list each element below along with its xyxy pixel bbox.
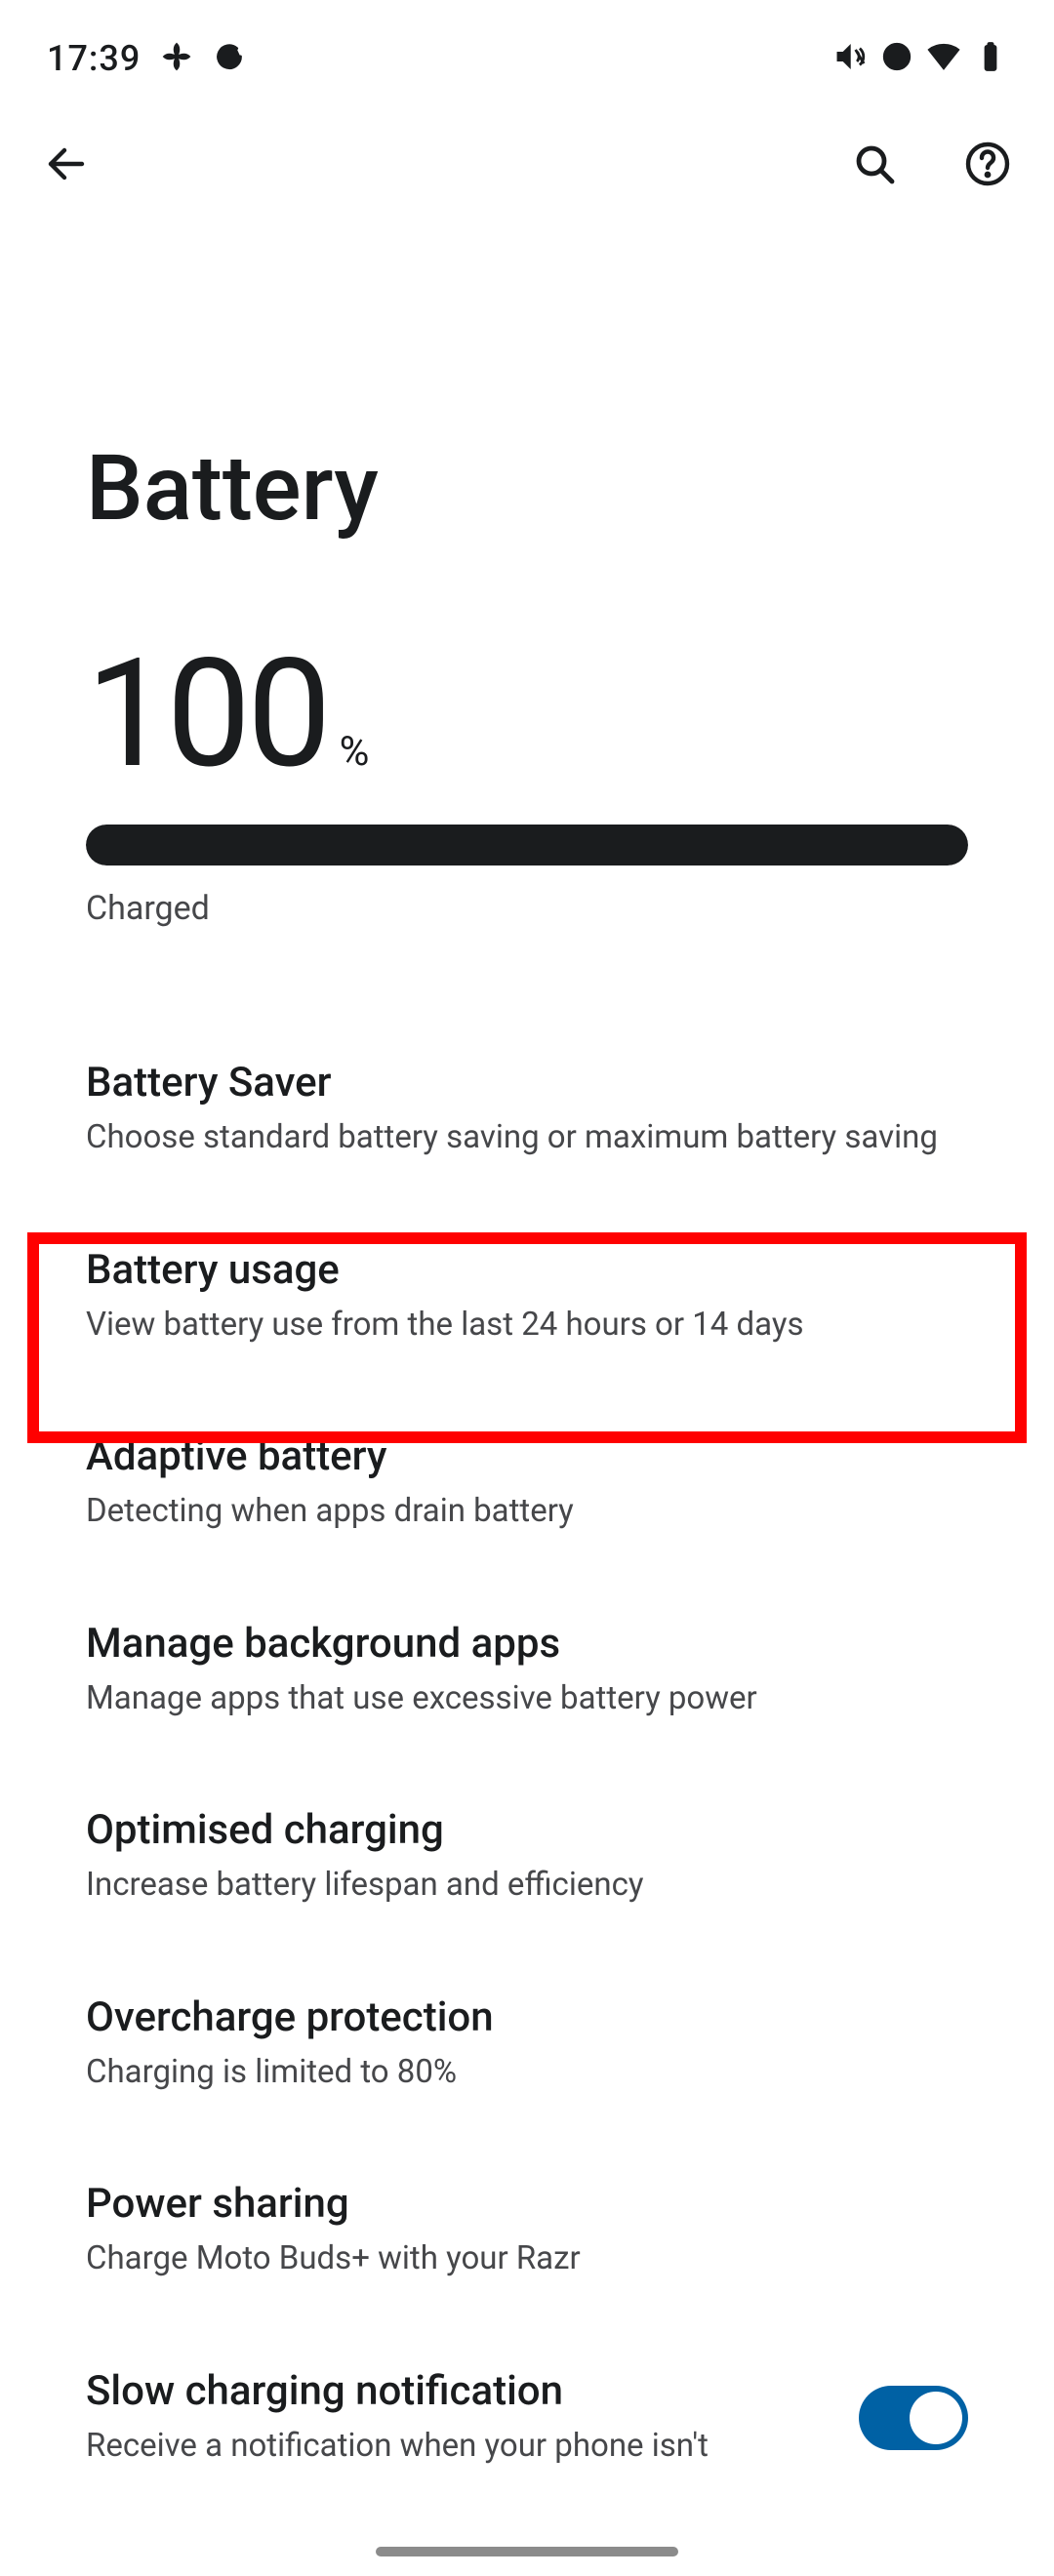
- setting-sub: Charging is limited to 80%: [86, 2051, 968, 2095]
- battery-progress-bar: [86, 825, 968, 865]
- setting-adaptive-battery[interactable]: Adaptive battery Detecting when apps dra…: [0, 1389, 1054, 1577]
- setting-title: Adaptive battery: [86, 1432, 968, 1480]
- toggle-thumb: [910, 2392, 962, 2444]
- back-button[interactable]: [39, 137, 94, 191]
- setting-battery-usage[interactable]: Battery usage View battery use from the …: [0, 1203, 1054, 1390]
- setting-title: Power sharing: [86, 2180, 968, 2228]
- slow-charging-toggle[interactable]: [859, 2386, 968, 2450]
- settings-list: Battery Saver Choose standard battery sa…: [0, 1016, 1054, 2511]
- dnd-circle-icon: [880, 40, 913, 77]
- setting-slow-charging-notification[interactable]: Slow charging notification Receive a not…: [0, 2324, 1054, 2512]
- status-right: [833, 40, 1007, 77]
- setting-power-sharing[interactable]: Power sharing Charge Moto Buds+ with you…: [0, 2137, 1054, 2324]
- battery-level-row: 100 %: [86, 639, 968, 789]
- setting-title: Slow charging notification: [86, 2367, 820, 2415]
- setting-sub: Charge Moto Buds+ with your Razr: [86, 2237, 968, 2281]
- app-bar: [0, 98, 1054, 230]
- wifi-icon: [927, 40, 960, 77]
- battery-percent-symbol: %: [340, 728, 370, 776]
- status-time: 17:39: [47, 38, 141, 79]
- setting-title: Manage background apps: [86, 1620, 968, 1668]
- search-button[interactable]: [847, 137, 902, 191]
- setting-title: Overcharge protection: [86, 1993, 968, 2041]
- arrow-left-icon: [43, 141, 90, 187]
- setting-sub: Increase battery lifespan and efficiency: [86, 1864, 968, 1908]
- setting-sub: Choose standard battery saving or maximu…: [86, 1116, 968, 1160]
- status-left: 17:39: [47, 38, 246, 79]
- setting-title: Battery usage: [86, 1246, 968, 1294]
- battery-icon: [974, 40, 1007, 77]
- battery-summary: 100 % Charged: [0, 639, 1054, 928]
- battery-progress-fill: [86, 825, 968, 865]
- pinwheel-icon: [160, 40, 193, 77]
- battery-level-value: 100: [86, 639, 328, 789]
- help-button[interactable]: [960, 137, 1015, 191]
- setting-sub: Manage apps that use excessive battery p…: [86, 1677, 968, 1721]
- gesture-bar[interactable]: [376, 2547, 678, 2556]
- search-icon: [851, 141, 898, 187]
- help-icon: [964, 141, 1011, 187]
- setting-title: Optimised charging: [86, 1806, 968, 1854]
- mute-icon: [833, 40, 867, 77]
- setting-optimised-charging[interactable]: Optimised charging Increase battery life…: [0, 1763, 1054, 1951]
- setting-sub: View battery use from the last 24 hours …: [86, 1304, 968, 1348]
- google-g-icon: [213, 40, 246, 77]
- battery-status-text: Charged: [86, 889, 968, 928]
- setting-overcharge-protection[interactable]: Overcharge protection Charging is limite…: [0, 1951, 1054, 2138]
- page-title: Battery: [0, 230, 1054, 639]
- status-bar: 17:39: [0, 0, 1054, 98]
- setting-battery-saver[interactable]: Battery Saver Choose standard battery sa…: [0, 1016, 1054, 1203]
- setting-sub: Detecting when apps drain battery: [86, 1490, 968, 1534]
- setting-title: Battery Saver: [86, 1059, 968, 1107]
- setting-sub: Receive a notification when your phone i…: [86, 2425, 820, 2469]
- setting-manage-background-apps[interactable]: Manage background apps Manage apps that …: [0, 1577, 1054, 1764]
